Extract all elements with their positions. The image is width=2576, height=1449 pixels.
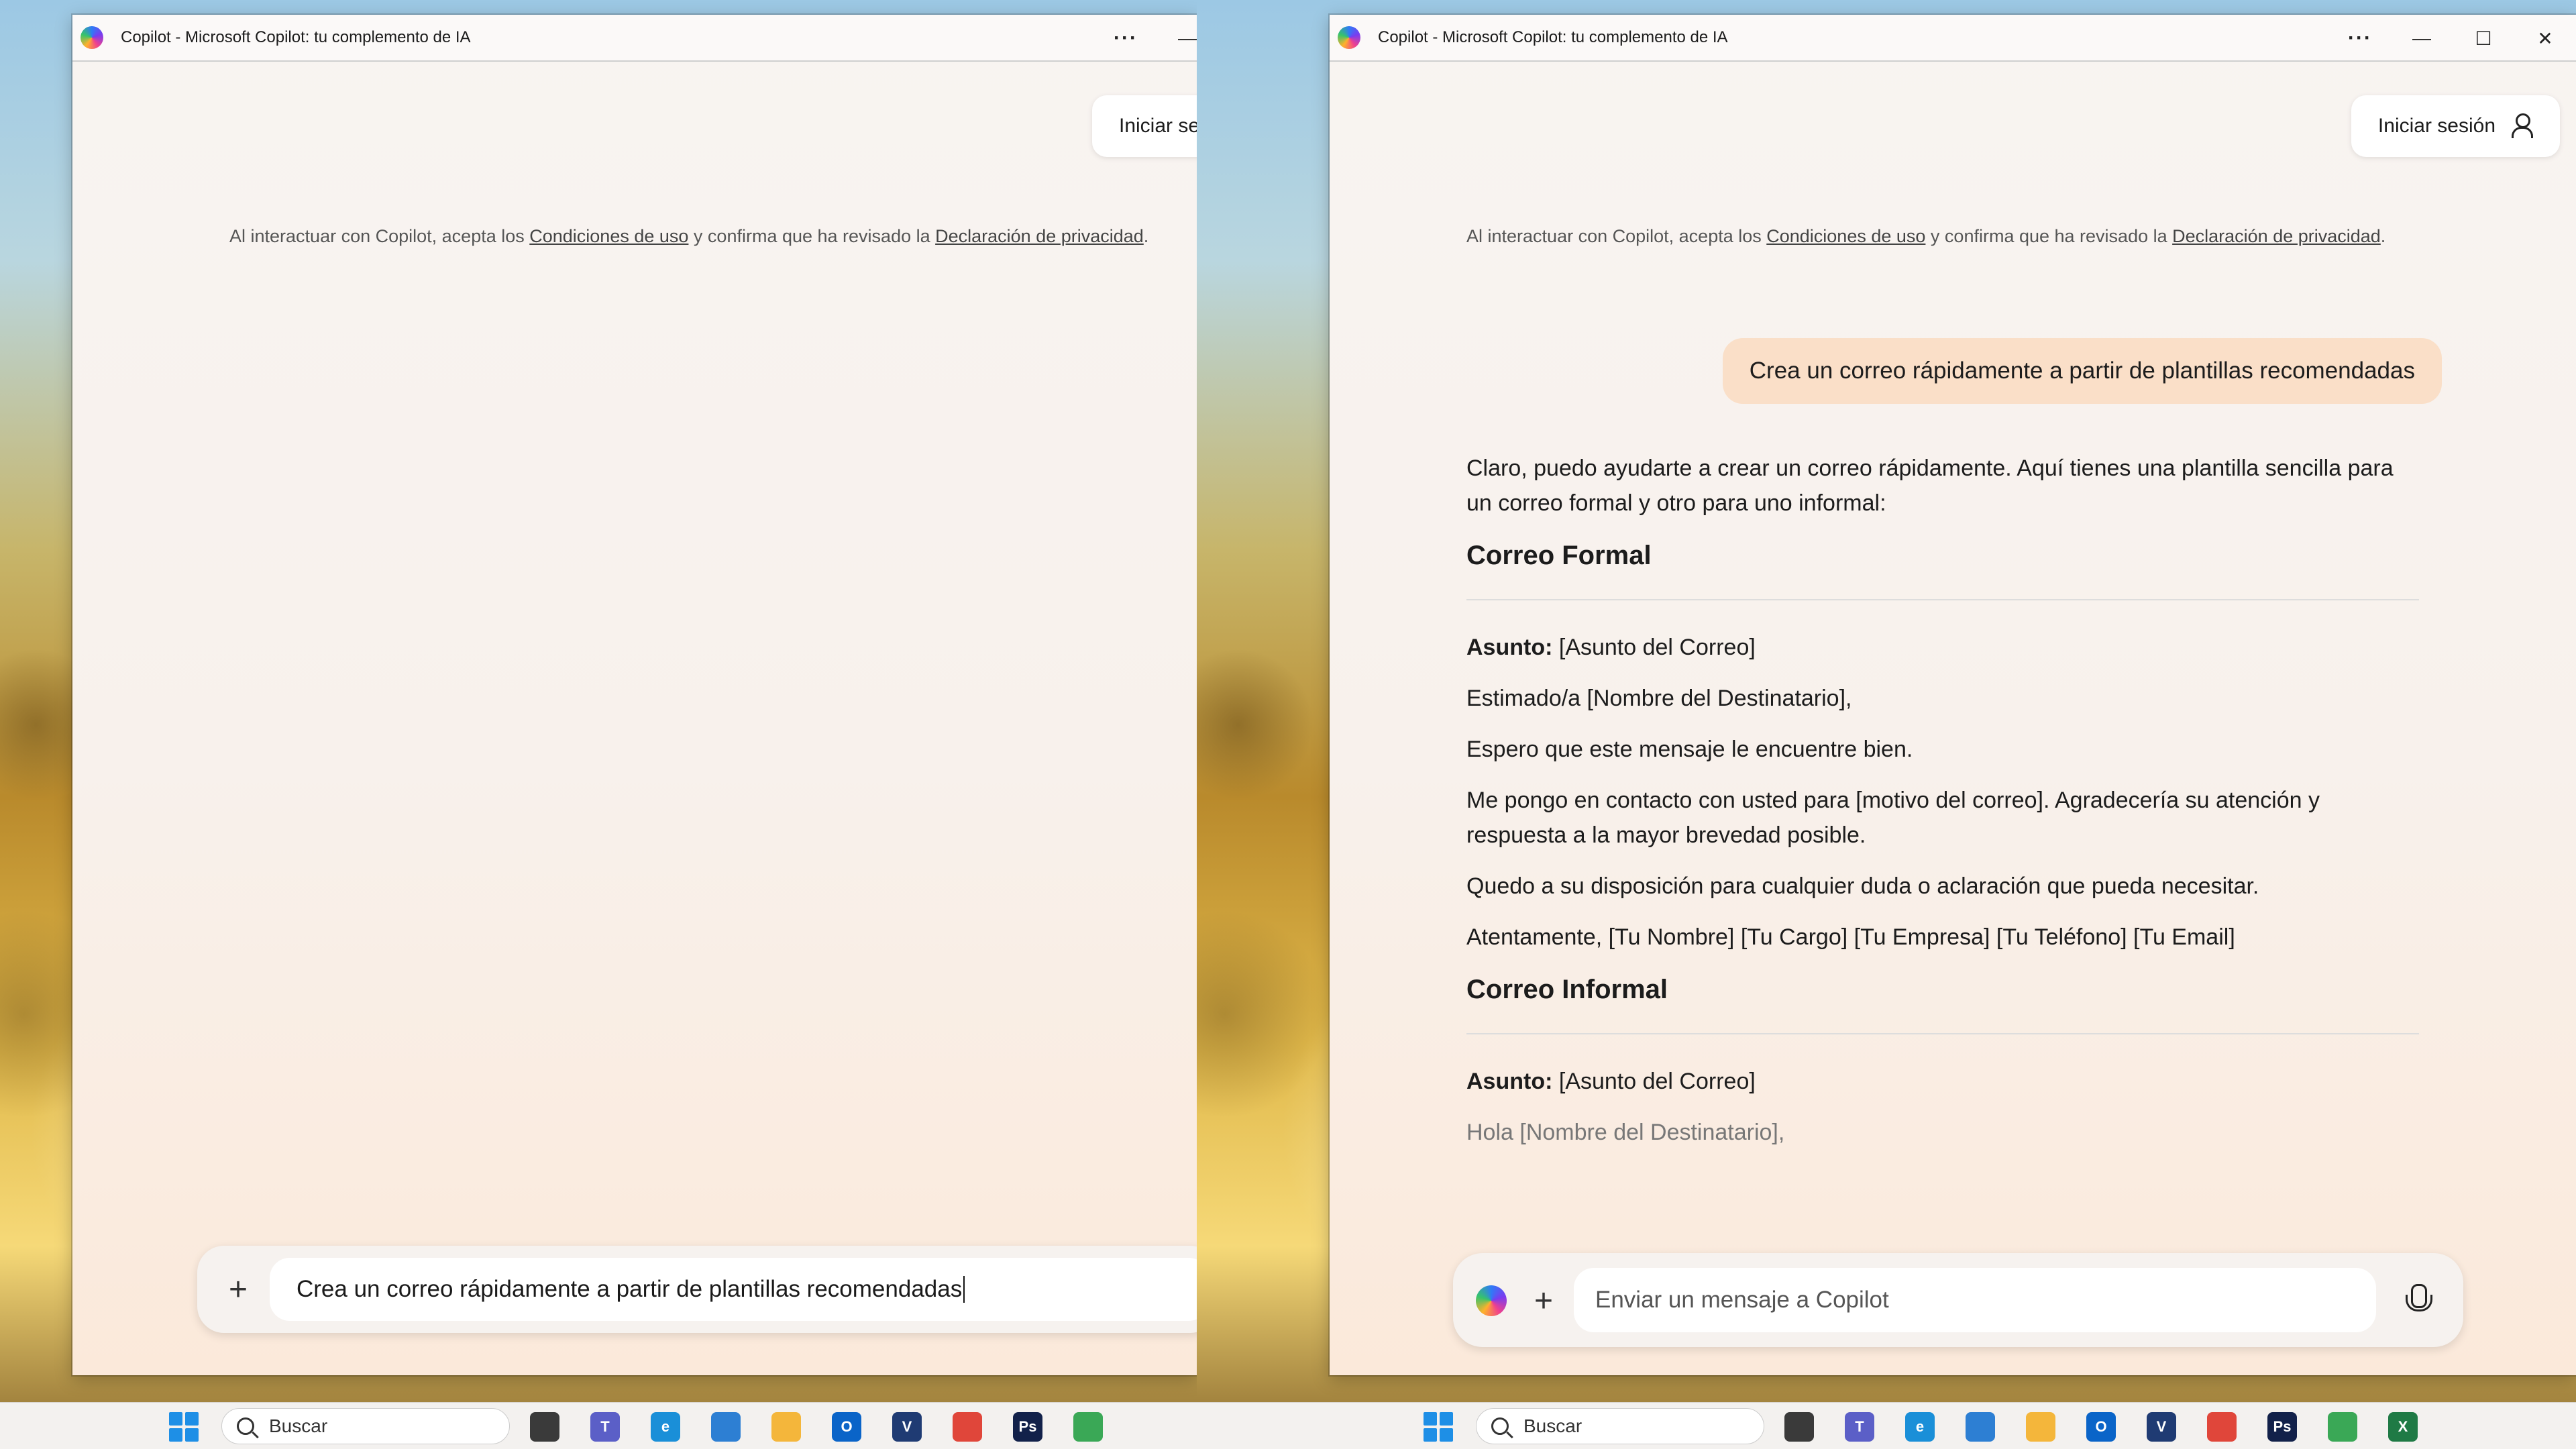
subject-value: [Asunto del Correo] bbox=[1552, 1069, 1756, 1094]
terms-text-prefix: Al interactuar con Copilot, acepta los bbox=[229, 226, 530, 246]
photoshop-icon[interactable]: Ps bbox=[1013, 1412, 1042, 1442]
task-view-icon[interactable] bbox=[1784, 1412, 1814, 1442]
more-options-button[interactable]: ··· bbox=[1095, 15, 1157, 62]
close-button[interactable]: ✕ bbox=[2514, 15, 2576, 62]
text-caret bbox=[963, 1276, 965, 1303]
search-icon bbox=[237, 1417, 254, 1435]
message-composer: + Crea un correo rápidamente a partir de… bbox=[197, 1246, 1197, 1333]
title-bar: Copilot - Microsoft Copilot: tu compleme… bbox=[1330, 15, 2576, 62]
informal-subject: Asunto: [Asunto del Correo] bbox=[1466, 1064, 2419, 1099]
terms-text-suffix: . bbox=[2380, 226, 2386, 246]
more-options-button[interactable]: ··· bbox=[2329, 15, 2391, 62]
file-explorer-icon[interactable] bbox=[771, 1412, 801, 1442]
informal-heading: Correo Informal bbox=[1466, 975, 1668, 1004]
reply-intro: Claro, puedo ayudarte a crear un correo … bbox=[1466, 455, 2394, 516]
formal-closing: Atentamente, [Tu Nombre] [Tu Cargo] [Tu … bbox=[1466, 924, 2235, 950]
divider bbox=[1466, 599, 2419, 600]
copilot-window-right: Copilot - Microsoft Copilot: tu compleme… bbox=[1330, 15, 2576, 1375]
privacy-statement-link[interactable]: Declaración de privacidad bbox=[935, 226, 1144, 246]
formal-subject: Asunto: [Asunto del Correo] bbox=[1466, 630, 2419, 665]
outlook-icon[interactable]: O bbox=[2086, 1412, 2116, 1442]
search-icon bbox=[1491, 1417, 1509, 1435]
terms-text-middle: y confirma que ha revisado la bbox=[688, 226, 936, 246]
add-attachment-button[interactable]: + bbox=[1527, 1283, 1560, 1319]
store-icon[interactable] bbox=[711, 1412, 741, 1442]
subject-value: [Asunto del Correo] bbox=[1552, 635, 1756, 660]
copilot-app-icon bbox=[1338, 26, 1360, 49]
copilot-logo-icon[interactable] bbox=[1476, 1285, 1507, 1316]
excel-icon[interactable]: X bbox=[2388, 1412, 2418, 1442]
privacy-statement-link[interactable]: Declaración de privacidad bbox=[2172, 226, 2381, 246]
informal-greeting: Hola [Nombre del Destinatario], bbox=[1466, 1120, 1785, 1145]
divider bbox=[1466, 1033, 2419, 1034]
user-message-text: Crea un correo rápidamente a partir de p… bbox=[1749, 358, 2415, 384]
taskbar-search-label: Buscar bbox=[269, 1415, 328, 1436]
left-screen: Copilot - Microsoft Copilot: tu compleme… bbox=[0, 0, 1197, 1449]
task-view-icon[interactable] bbox=[530, 1412, 559, 1442]
chrome-alt-icon[interactable] bbox=[1073, 1412, 1103, 1442]
message-input-value: Crea un correo rápidamente a partir de p… bbox=[297, 1276, 963, 1302]
sign-in-button[interactable]: Iniciar se bbox=[1092, 95, 1197, 157]
chrome-alt-icon[interactable] bbox=[2328, 1412, 2357, 1442]
taskbar-left: Buscar T e O V Ps bbox=[0, 1402, 1197, 1449]
message-composer: + Enviar un mensaje a Copilot bbox=[1453, 1253, 2463, 1347]
taskbar-right: Buscar T e O V Ps X bbox=[1197, 1402, 2576, 1449]
assistant-reply: Claro, puedo ayudarte a crear un correo … bbox=[1466, 451, 2419, 1166]
terms-text-middle: y confirma que ha revisado la bbox=[1925, 226, 2173, 246]
sign-in-label: Iniciar sesión bbox=[2377, 115, 2496, 137]
formal-greeting: Estimado/a [Nombre del Destinatario], bbox=[1466, 686, 1852, 711]
window-title: Copilot - Microsoft Copilot: tu compleme… bbox=[1378, 28, 1728, 46]
message-input[interactable]: Crea un correo rápidamente a partir de p… bbox=[270, 1258, 1197, 1321]
right-screen: Copilot - Microsoft Copilot: tu compleme… bbox=[1197, 0, 2576, 1449]
chrome-icon[interactable] bbox=[953, 1412, 982, 1442]
outlook-icon[interactable]: O bbox=[832, 1412, 861, 1442]
teams-icon[interactable]: T bbox=[590, 1412, 620, 1442]
title-bar: Copilot - Microsoft Copilot: tu compleme… bbox=[72, 15, 1197, 62]
maximize-button[interactable]: ☐ bbox=[2453, 15, 2514, 62]
message-input-placeholder: Enviar un mensaje a Copilot bbox=[1595, 1287, 1889, 1313]
chrome-icon[interactable] bbox=[2207, 1412, 2237, 1442]
terms-notice: Al interactuar con Copilot, acepta los C… bbox=[1466, 223, 2406, 250]
subject-label: Asunto: bbox=[1466, 635, 1553, 660]
terms-text-prefix: Al interactuar con Copilot, acepta los bbox=[1466, 226, 1767, 246]
subject-label: Asunto: bbox=[1466, 1069, 1553, 1094]
add-attachment-button[interactable]: + bbox=[221, 1272, 255, 1307]
visio-icon[interactable]: V bbox=[892, 1412, 922, 1442]
windows-start-icon[interactable] bbox=[169, 1412, 199, 1442]
file-explorer-icon[interactable] bbox=[2026, 1412, 2055, 1442]
store-icon[interactable] bbox=[1966, 1412, 1995, 1442]
sign-in-label: Iniciar se bbox=[1119, 115, 1197, 137]
person-icon bbox=[2510, 113, 2533, 139]
minimize-button[interactable]: — bbox=[2391, 15, 2453, 62]
copilot-window-left: Copilot - Microsoft Copilot: tu compleme… bbox=[72, 15, 1197, 1375]
terms-notice: Al interactuar con Copilot, acepta los C… bbox=[229, 223, 1169, 250]
copilot-app-icon bbox=[80, 26, 103, 49]
taskbar-search[interactable]: Buscar bbox=[221, 1408, 510, 1444]
edge-icon[interactable]: e bbox=[1905, 1412, 1935, 1442]
sign-in-button[interactable]: Iniciar sesión bbox=[2351, 95, 2560, 157]
windows-start-icon[interactable] bbox=[1424, 1412, 1453, 1442]
terms-of-use-link[interactable]: Condiciones de uso bbox=[529, 226, 688, 246]
terms-of-use-link[interactable]: Condiciones de uso bbox=[1766, 226, 1925, 246]
formal-heading: Correo Formal bbox=[1466, 541, 1652, 570]
taskbar-search-label: Buscar bbox=[1523, 1415, 1582, 1436]
minimize-button[interactable]: — bbox=[1157, 15, 1197, 62]
formal-line-3: Quedo a su disposición para cualquier du… bbox=[1466, 873, 2259, 899]
terms-text-suffix: . bbox=[1143, 226, 1149, 246]
user-message-bubble: Crea un correo rápidamente a partir de p… bbox=[1722, 338, 2442, 404]
formal-line-2: Me pongo en contacto con usted para [mot… bbox=[1466, 788, 2320, 848]
teams-icon[interactable]: T bbox=[1845, 1412, 1874, 1442]
window-title: Copilot - Microsoft Copilot: tu compleme… bbox=[121, 28, 471, 46]
message-input[interactable]: Enviar un mensaje a Copilot bbox=[1574, 1268, 2376, 1332]
formal-line-1: Espero que este mensaje le encuentre bie… bbox=[1466, 737, 1913, 762]
taskbar-search[interactable]: Buscar bbox=[1476, 1408, 1764, 1444]
photoshop-icon[interactable]: Ps bbox=[2267, 1412, 2297, 1442]
edge-icon[interactable]: e bbox=[651, 1412, 680, 1442]
visio-icon[interactable]: V bbox=[2147, 1412, 2176, 1442]
microphone-icon[interactable] bbox=[2404, 1283, 2432, 1320]
